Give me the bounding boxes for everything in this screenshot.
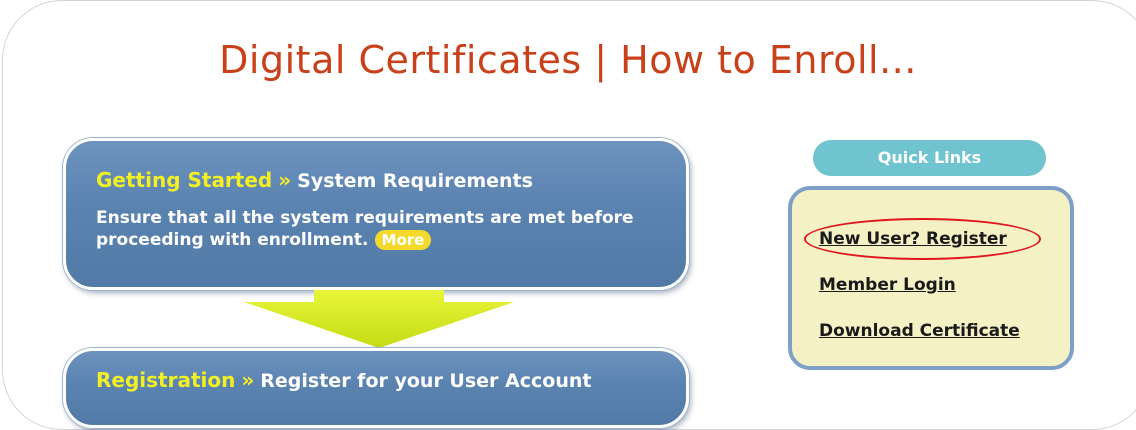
double-chevron-icon: » [241, 368, 255, 392]
step-subheading: System Requirements [297, 170, 533, 192]
quick-links-panel: New User? Register Member Login Download… [788, 186, 1074, 370]
down-arrow-icon [244, 290, 514, 348]
quick-links-title: Quick Links [813, 140, 1046, 176]
step-heading-row: Registration» Register for your User Acco… [96, 368, 591, 392]
step-description-text: Ensure that all the system requirements … [96, 208, 634, 250]
new-user-register-link[interactable]: New User? Register [819, 229, 1007, 249]
step-heading: Getting Started [96, 168, 273, 192]
download-certificate-link[interactable]: Download Certificate [819, 321, 1020, 341]
step-registration: Registration» Register for your User Acco… [63, 348, 689, 428]
step-description: Ensure that all the system requirements … [96, 207, 656, 251]
step-getting-started: Getting Started» System Requirements Ensu… [63, 138, 689, 290]
step-subheading: Register for your User Account [260, 370, 592, 392]
more-button[interactable]: More [374, 230, 432, 250]
step-heading: Registration [96, 368, 236, 392]
step-heading-row: Getting Started» System Requirements [96, 168, 533, 192]
double-chevron-icon: » [278, 168, 292, 192]
page-title: Digital Certificates | How to Enroll... [219, 38, 917, 82]
member-login-link[interactable]: Member Login [819, 275, 956, 295]
